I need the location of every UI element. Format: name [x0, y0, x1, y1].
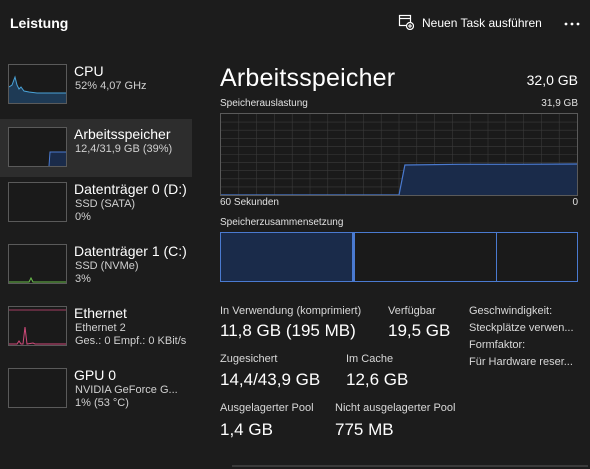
- ethernet-thumbnail: [8, 306, 67, 346]
- new-task-button[interactable]: Neuen Task ausführen: [398, 13, 542, 33]
- sidebar-item-disk-1[interactable]: Datenträger 1 (C:) SSD (NVMe) 3%: [0, 236, 192, 294]
- sidebar-item-value: 3%: [75, 273, 91, 285]
- disk-0-thumbnail: [8, 182, 67, 222]
- more-icon: [564, 13, 580, 31]
- composition-free: [497, 233, 577, 281]
- committed-label: Zugesichert: [220, 353, 278, 365]
- spec-hardware-reserved: Für Hardware reser...: [469, 356, 573, 368]
- sidebar-item-value: 1% (53 °C): [75, 397, 129, 409]
- section-title: Arbeitsspeicher: [220, 64, 396, 92]
- usage-max-label: 31,9 GB: [541, 98, 578, 109]
- memory-thumbnail: [8, 127, 67, 167]
- page-title: Leistung: [10, 15, 69, 31]
- new-task-icon: [398, 14, 415, 33]
- usage-label: Speicherauslastung: [220, 98, 308, 109]
- in-use-label: In Verwendung (komprimiert): [220, 305, 362, 317]
- spec-slots: Steckplätze verwen...: [469, 322, 574, 334]
- available-value: 19,5 GB: [388, 321, 451, 340]
- sidebar-item-value: 0%: [75, 211, 91, 223]
- time-axis-min: 0: [572, 197, 578, 208]
- sidebar-item-value: Ges.: 0 Empf.: 0 KBit/s: [75, 335, 187, 347]
- memory-usage-graph: [220, 113, 578, 196]
- memory-details-panel: Arbeitsspeicher 32,0 GB Speicherauslastu…: [218, 56, 580, 469]
- sidebar-item-detail: SSD (SATA): [75, 198, 136, 210]
- paged-pool-label: Ausgelagerter Pool: [220, 402, 314, 414]
- sidebar-item-name: CPU: [74, 63, 104, 79]
- sidebar-item-detail: Ethernet 2: [75, 322, 126, 334]
- gpu-thumbnail: [8, 368, 67, 408]
- sidebar-item-memory[interactable]: Arbeitsspeicher 12,4/31,9 GB (39%): [0, 119, 192, 177]
- sidebar-item-name: Datenträger 0 (D:): [74, 181, 187, 197]
- sidebar-item-name: Datenträger 1 (C:): [74, 243, 187, 259]
- sidebar-item-detail: 12,4/31,9 GB (39%): [75, 143, 173, 155]
- bottom-divider: [232, 465, 588, 467]
- committed-value: 14,4/43,9 GB: [220, 370, 321, 389]
- cached-label: Im Cache: [346, 353, 394, 365]
- disk-1-thumbnail: [8, 244, 67, 284]
- composition-standby: [355, 233, 497, 281]
- total-memory: 32,0 GB: [526, 72, 578, 88]
- nonpaged-pool-label: Nicht ausgelagerter Pool: [335, 402, 456, 414]
- available-label: Verfügbar: [388, 305, 436, 317]
- time-axis-label: 60 Sekunden: [220, 197, 279, 208]
- more-options-button[interactable]: [562, 14, 582, 30]
- sidebar-item-gpu[interactable]: GPU 0 NVIDIA GeForce G... 1% (53 °C): [0, 360, 192, 418]
- sidebar-item-detail: SSD (NVMe): [75, 260, 139, 272]
- paged-pool-value: 1,4 GB: [220, 420, 273, 439]
- sidebar-item-name: Arbeitsspeicher: [74, 126, 171, 142]
- header-bar: Leistung Neuen Task ausführen: [0, 0, 590, 46]
- sidebar-item-disk-0[interactable]: Datenträger 0 (D:) SSD (SATA) 0%: [0, 174, 192, 232]
- nonpaged-pool-value: 775 MB: [335, 420, 394, 439]
- cpu-thumbnail: [8, 64, 67, 104]
- composition-label: Speicherzusammensetzung: [220, 217, 344, 228]
- new-task-label: Neuen Task ausführen: [422, 16, 542, 30]
- sidebar-item-detail: NVIDIA GeForce G...: [75, 384, 178, 396]
- cached-value: 12,6 GB: [346, 370, 409, 389]
- sidebar: CPU 52% 4,07 GHz Arbeitsspeicher 12,4/31…: [0, 56, 200, 469]
- spec-speed: Geschwindigkeit:: [469, 305, 553, 317]
- sidebar-item-detail: 52% 4,07 GHz: [75, 80, 147, 92]
- sidebar-item-name: Ethernet: [74, 305, 127, 321]
- sidebar-item-cpu[interactable]: CPU 52% 4,07 GHz: [0, 56, 192, 114]
- usage-chart-svg: [221, 114, 577, 195]
- in-use-value: 11,8 GB (195 MB): [220, 321, 356, 340]
- sidebar-item-ethernet[interactable]: Ethernet Ethernet 2 Ges.: 0 Empf.: 0 KBi…: [0, 298, 192, 356]
- memory-composition-bar: [220, 232, 578, 282]
- spec-form-factor: Formfaktor:: [469, 339, 526, 351]
- sidebar-item-name: GPU 0: [74, 367, 117, 383]
- composition-in-use: [221, 233, 353, 281]
